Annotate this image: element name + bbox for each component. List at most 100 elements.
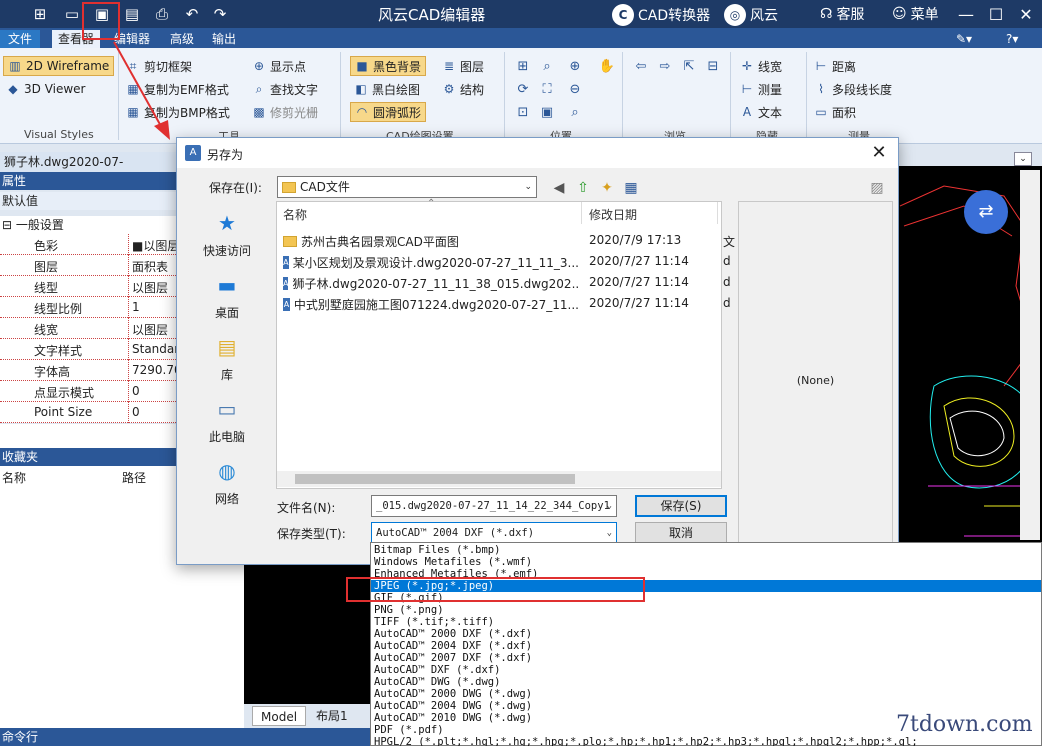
place-library[interactable]: ▤ 库: [183, 330, 271, 390]
tab-layout1[interactable]: 布局1: [308, 706, 356, 726]
help-icon[interactable]: ?▾: [1000, 30, 1024, 48]
save-as-icon[interactable]: ▤: [120, 3, 144, 25]
file-list-scrollbar[interactable]: [277, 471, 721, 487]
place-quick-access[interactable]: ★ 快速访问: [183, 206, 271, 266]
zoom-all-icon[interactable]: ▣: [538, 103, 556, 121]
property-row[interactable]: 线宽 以图层: [0, 318, 180, 339]
property-row[interactable]: 线型 以图层: [0, 276, 180, 297]
filetype-option[interactable]: HPGL/2 (*.plt;*.hgl;*.hg;*.hpg;*.plo;*.h…: [371, 736, 1041, 746]
file-row[interactable]: A 中式别墅庭园施工图071224.dwg2020-07-27_11... 2020…: [283, 293, 731, 314]
show-points-button[interactable]: ⊕ 显示点: [252, 56, 306, 76]
favorites-col-path[interactable]: 路径: [122, 469, 146, 486]
smooth-arc-button[interactable]: ◠ 圆滑弧形: [350, 102, 427, 122]
property-row[interactable]: Point Size 0: [0, 402, 180, 423]
back-icon[interactable]: ◀: [549, 178, 569, 198]
zoom-out-icon[interactable]: ⊖: [566, 80, 584, 98]
filetype-option[interactable]: PNG (*.png): [371, 604, 1041, 616]
filetype-option[interactable]: AutoCAD™ DWG (*.dwg): [371, 676, 1041, 688]
filetype-option[interactable]: AutoCAD™ 2004 DXF (*.dxf): [371, 640, 1041, 652]
zoom-real-icon[interactable]: ⌕: [566, 103, 584, 121]
zoom-prev-icon[interactable]: ⊡: [514, 103, 532, 121]
wireframe-2d-button[interactable]: ▥ 2D Wireframe: [3, 56, 115, 76]
brand-link[interactable]: ◎ 风云: [724, 4, 778, 26]
export-icon[interactable]: ⇱: [680, 57, 698, 75]
property-value[interactable]: 以图层: [132, 321, 168, 338]
support-link[interactable]: ☊ 客服: [820, 4, 864, 24]
tab-model[interactable]: Model: [252, 706, 307, 726]
file-list[interactable]: 名称 ⌃ 修改日期 苏州古典名园景观CAD平面图 2020/7/9 17:13 文 A…: [276, 198, 735, 489]
place-network[interactable]: ◍ 网络: [183, 454, 271, 514]
property-value[interactable]: ■以图层: [132, 237, 179, 254]
filetype-option[interactable]: Bitmap Files (*.bmp): [371, 544, 1041, 556]
filename-input[interactable]: _015.dwg2020-07-27_11_14_22_344_Copy1 ⌄: [371, 495, 617, 517]
open-icon[interactable]: ▭: [60, 3, 84, 25]
pan-hand-icon[interactable]: ✋: [598, 57, 616, 75]
arrow-right-icon[interactable]: ⇨: [656, 57, 674, 75]
tab-output[interactable]: 输出: [206, 30, 242, 48]
up-folder-icon[interactable]: ⇧: [573, 178, 593, 198]
property-value[interactable]: 1: [132, 300, 140, 314]
property-value[interactable]: 面积表: [132, 258, 168, 275]
polyline-length-button[interactable]: ⌇ 多段线长度: [814, 79, 892, 99]
file-row[interactable]: 苏州古典名园景观CAD平面图 2020/7/9 17:13 文: [283, 230, 735, 251]
property-row[interactable]: 字体高 7290.702: [0, 360, 189, 381]
zoom-window-icon[interactable]: ⌕: [538, 57, 556, 75]
place-desktop[interactable]: ▬ 桌面: [183, 268, 271, 328]
property-row[interactable]: 色彩 ■以图层: [0, 234, 180, 255]
property-row[interactable]: 线型比例 1: [0, 297, 180, 318]
file-row[interactable]: A 某小区规划及景观设计.dwg2020-07-27_11_11_3... 2020…: [283, 251, 731, 272]
preview-toggle-icon[interactable]: ▨: [867, 178, 887, 198]
converter-link[interactable]: C CAD转换器: [612, 4, 710, 26]
black-bg-button[interactable]: ■ 黑色背景: [350, 56, 427, 76]
structure-button[interactable]: ⚙ 结构: [442, 79, 484, 99]
panel-collapse-icon[interactable]: ⌄: [1014, 152, 1032, 166]
filetype-select[interactable]: AutoCAD™ 2004 DXF (*.dxf) ⌄: [371, 522, 617, 544]
document-tab[interactable]: 狮子林.dwg2020-07-27_11_11_38: [0, 152, 180, 189]
filetype-option[interactable]: AutoCAD™ DXF (*.dxf): [371, 664, 1041, 676]
filetype-option[interactable]: AutoCAD™ 2000 DXF (*.dxf): [371, 628, 1041, 640]
translate-icon[interactable]: ⇄: [964, 190, 1008, 234]
column-name[interactable]: 名称: [283, 206, 307, 223]
pen-icon[interactable]: ✎▾: [950, 30, 978, 48]
property-row[interactable]: 点显示模式 0: [0, 381, 180, 402]
prev-view-icon[interactable]: ⊟: [704, 57, 722, 75]
extents-icon[interactable]: ⛶: [538, 80, 556, 98]
close-button[interactable]: ✕: [1012, 0, 1040, 28]
property-value[interactable]: 0: [132, 384, 140, 398]
place-this-pc[interactable]: ▭ 此电脑: [183, 392, 271, 452]
property-row[interactable]: 图层 面积表: [0, 255, 180, 276]
tab-file[interactable]: 文件: [0, 30, 40, 48]
view-menu-icon[interactable]: ▦: [621, 178, 641, 198]
print-icon[interactable]: ⎙: [150, 3, 174, 25]
redo-icon[interactable]: ↷: [208, 3, 232, 25]
rotate-icon[interactable]: ⟳: [514, 80, 532, 98]
column-date[interactable]: 修改日期: [589, 206, 637, 223]
file-row[interactable]: A 狮子林.dwg2020-07-27_11_11_38_015.dwg202..…: [283, 272, 731, 293]
canvas-scrollbar[interactable]: [1020, 170, 1040, 540]
cancel-button[interactable]: 取消: [635, 522, 727, 544]
property-row[interactable]: 文字样式 Standard: [0, 339, 187, 360]
property-value[interactable]: 0: [132, 405, 140, 419]
property-value[interactable]: 以图层: [132, 279, 168, 296]
new-icon[interactable]: ⊞: [28, 3, 52, 25]
new-folder-icon[interactable]: ✦: [597, 178, 617, 198]
save-button[interactable]: 保存(S): [635, 495, 727, 517]
bw-draw-button[interactable]: ◧ 黑白绘图: [354, 79, 420, 99]
linewidth-button[interactable]: ✛ 线宽: [740, 56, 782, 76]
find-text-button[interactable]: ⌕ 查找文字: [252, 79, 318, 99]
distance-button[interactable]: ⊢ 距离: [814, 56, 856, 76]
dialog-close-icon[interactable]: ✕: [867, 141, 891, 165]
menu-link[interactable]: ☺ 菜单: [892, 4, 939, 24]
maximize-button[interactable]: ☐: [982, 0, 1010, 28]
filetype-option[interactable]: TIFF (*.tif;*.tiff): [371, 616, 1041, 628]
filetype-option[interactable]: AutoCAD™ 2007 DXF (*.dxf): [371, 652, 1041, 664]
section-general[interactable]: ⊟ 一般设置: [0, 216, 180, 234]
trim-raster-button[interactable]: ▩ 修剪光栅: [252, 102, 318, 122]
filetype-option[interactable]: AutoCAD™ 2000 DWG (*.dwg): [371, 688, 1041, 700]
filetype-option[interactable]: AutoCAD™ 2004 DWG (*.dwg): [371, 700, 1041, 712]
text-button[interactable]: A 文本: [740, 102, 782, 122]
zoom-in-icon[interactable]: ⊕: [566, 57, 584, 75]
layers-button[interactable]: ≣ 图层: [442, 56, 484, 76]
viewer-3d-button[interactable]: ◆ 3D Viewer: [6, 79, 85, 99]
minimize-button[interactable]: —: [952, 0, 980, 28]
